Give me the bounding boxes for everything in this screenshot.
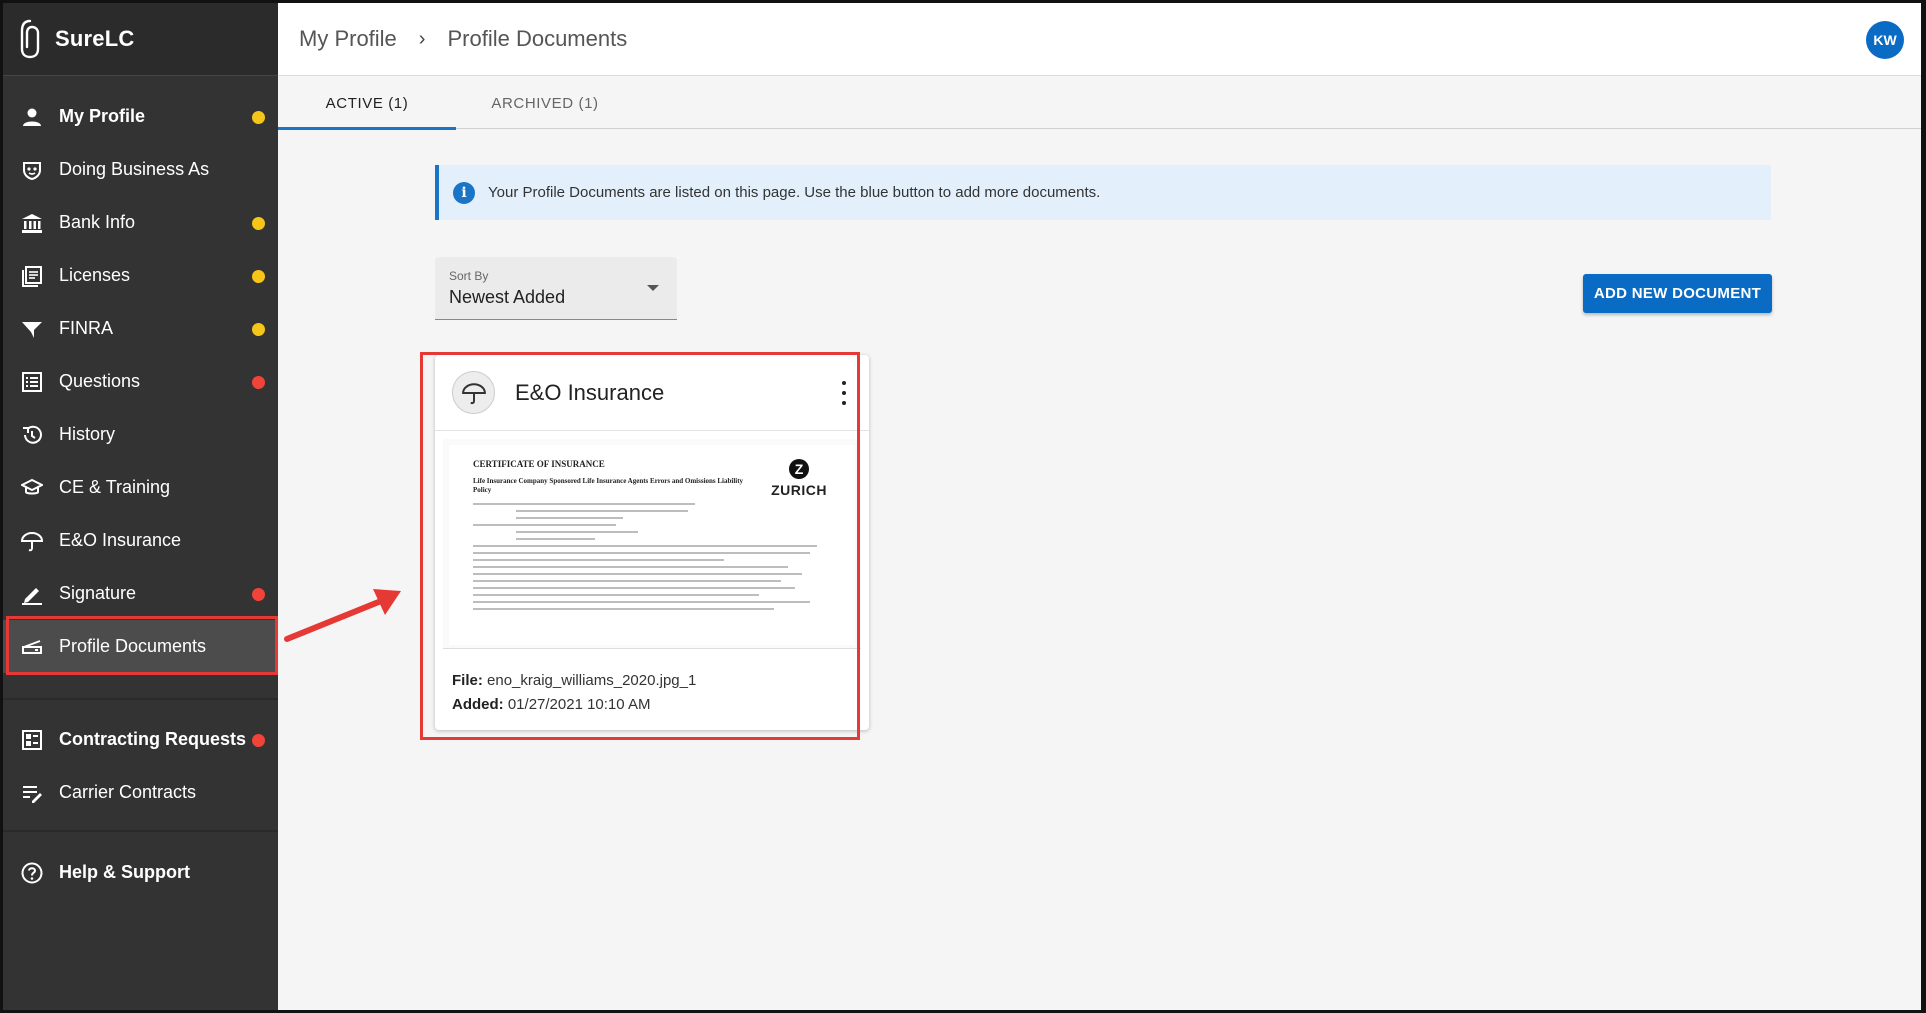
graduation-cap-icon (19, 475, 45, 501)
tab-active[interactable]: ACTIVE (1) (278, 77, 456, 130)
status-dot (252, 587, 265, 601)
top-header: My Profile › Profile Documents KW (278, 3, 1923, 76)
bank-icon (19, 210, 45, 236)
sidebar-item-label: Carrier Contracts (59, 782, 197, 802)
sidebar-item-finra[interactable]: FINRA (3, 302, 278, 355)
tab-archived[interactable]: ARCHIVED (1) (456, 77, 634, 129)
sidebar-item-contracting-requests[interactable]: Contracting Requests (3, 713, 278, 766)
sidebar-divider (3, 830, 278, 832)
dashboard-icon (19, 727, 45, 753)
sidebar-item-label: E&O Insurance (59, 530, 182, 550)
sidebar-item-label: Signature (59, 583, 137, 603)
breadcrumb-my-profile[interactable]: My Profile (299, 26, 397, 52)
sidebar-item-label: Help & Support (59, 862, 190, 882)
status-dot (252, 733, 265, 747)
finra-icon (19, 316, 45, 342)
avatar[interactable]: KW (1866, 21, 1904, 59)
sidebar-item-my-profile[interactable]: My Profile (3, 90, 278, 143)
info-banner: i Your Profile Documents are listed on t… (435, 165, 1771, 220)
sidebar: SureLC My Profile Doing Business As Bank… (3, 3, 278, 1010)
person-icon (19, 104, 45, 130)
edit-list-icon (19, 780, 45, 806)
add-new-document-button[interactable]: ADD NEW DOCUMENT (1583, 274, 1772, 313)
status-dot (252, 269, 265, 283)
sidebar-divider (3, 698, 278, 700)
document-tabs: ACTIVE (1) ARCHIVED (1) (278, 77, 1923, 130)
annotation-arrow-icon (284, 589, 401, 642)
sidebar-item-label: CE & Training (59, 477, 171, 497)
highlight-box-sidebar (6, 616, 278, 675)
sidebar-item-ce-training[interactable]: CE & Training (3, 461, 278, 514)
sidebar-item-label: My Profile (59, 106, 146, 126)
brand[interactable]: SureLC (3, 3, 278, 76)
sort-by-label: Sort By (449, 269, 489, 283)
sidebar-item-licenses[interactable]: Licenses (3, 249, 278, 302)
status-dot (252, 110, 265, 124)
surelc-logo-icon (20, 19, 40, 59)
app-name: SureLC (55, 26, 135, 51)
status-dot (252, 322, 265, 336)
status-dot (252, 216, 265, 230)
sidebar-nav-help: Help & Support (3, 846, 278, 899)
sidebar-nav-profile: My Profile Doing Business As Bank Info L… (3, 90, 278, 673)
pen-icon (19, 581, 45, 607)
info-message: Your Profile Documents are listed on thi… (488, 184, 1101, 201)
sidebar-item-history[interactable]: History (3, 408, 278, 461)
sidebar-item-label: Contracting Requests (59, 729, 247, 749)
caret-down-icon (647, 285, 659, 291)
history-icon (19, 422, 45, 448)
sidebar-item-carrier-contracts[interactable]: Carrier Contracts (3, 766, 278, 819)
sidebar-item-bank-info[interactable]: Bank Info (3, 196, 278, 249)
sort-by-select[interactable]: Sort By Newest Added (435, 257, 677, 320)
list-icon (19, 369, 45, 395)
umbrella-icon (19, 528, 45, 554)
sidebar-item-label: Licenses (59, 265, 131, 285)
sidebar-item-help-support[interactable]: Help & Support (3, 846, 278, 899)
licenses-icon (19, 263, 45, 289)
sidebar-item-eo-insurance[interactable]: E&O Insurance (3, 514, 278, 567)
info-icon: i (453, 181, 475, 204)
sidebar-item-signature[interactable]: Signature (3, 567, 278, 620)
sidebar-item-label: Questions (59, 371, 141, 391)
sort-by-value: Newest Added (449, 287, 566, 307)
mask-icon (19, 157, 45, 183)
app-frame: SureLC My Profile Doing Business As Bank… (0, 0, 1926, 1013)
sidebar-item-label: FINRA (59, 318, 113, 338)
breadcrumb-profile-documents: Profile Documents (447, 26, 628, 51)
sidebar-item-doing-business-as[interactable]: Doing Business As (3, 143, 278, 196)
sidebar-item-label: History (59, 424, 116, 444)
highlight-box-card (420, 352, 860, 740)
chevron-right-icon: › (418, 27, 426, 50)
sidebar-item-questions[interactable]: Questions (3, 355, 278, 408)
sidebar-item-label: Bank Info (59, 212, 136, 232)
status-dot (252, 375, 265, 389)
sidebar-item-label: Doing Business As (59, 159, 210, 179)
window-edge (1921, 3, 1923, 1010)
help-icon (19, 860, 45, 886)
sidebar-nav-contracting: Contracting Requests Carrier Contracts (3, 713, 278, 819)
